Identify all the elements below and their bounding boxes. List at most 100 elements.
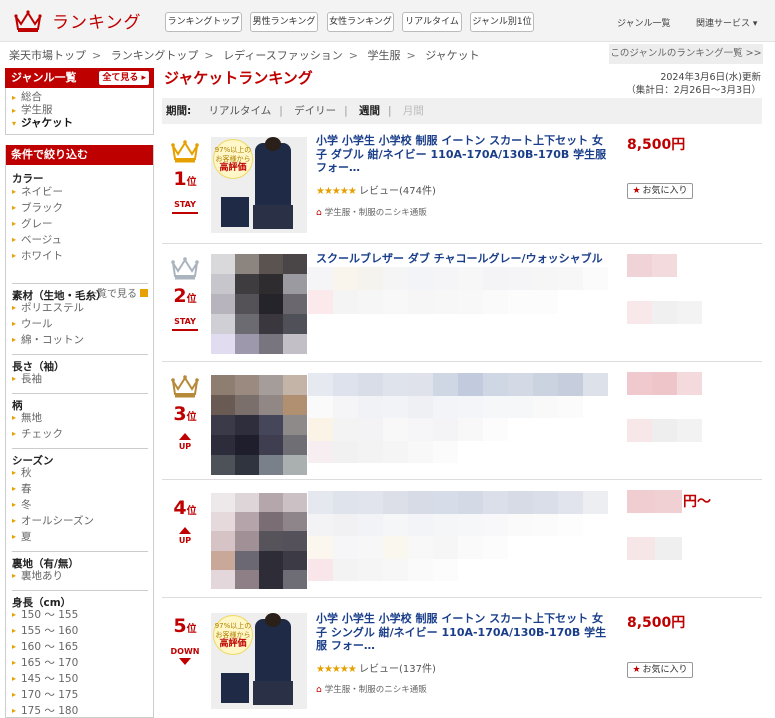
rank-status: STAY (174, 200, 196, 209)
ranking-item: 5位 DOWN 97%以上の お客様から 高評価 小学 小学生 小学校 制服 イート… (162, 599, 762, 718)
uniform-jacket-figure (255, 619, 291, 683)
rank-column: 2位 STAY (162, 255, 208, 331)
breadcrumb-ladies-fashion[interactable]: レディースファッション (223, 49, 343, 62)
filter-pattern-plain[interactable]: 無地 (12, 410, 148, 426)
pixelated-content (308, 373, 608, 463)
filter-height-165-170[interactable]: 165 〜 170 (12, 655, 148, 671)
breadcrumb-ranking-top[interactable]: ランキングトップ (111, 49, 199, 62)
shop-name[interactable]: ⌂ 学生服・制服のニシキ通販 (316, 683, 427, 695)
rank-suffix: 位 (186, 294, 197, 305)
rank-suffix: 位 (186, 177, 197, 188)
filter-section-lining: 裏地（有/無） 裏地あり (12, 551, 148, 584)
review-count-link[interactable]: レビュー(474件) (359, 186, 436, 197)
rank-column: 3位 UP (162, 373, 208, 451)
genre-item-overall[interactable]: 総合 (12, 91, 153, 104)
filter-material-cotton[interactable]: 綿・コットン (12, 332, 148, 348)
filter-lining-yes[interactable]: 裏地あり (12, 568, 148, 584)
filter-title-lining: 裏地（有/無） (12, 551, 148, 570)
genre-list: 総合 学生服 ジャケット (5, 88, 154, 135)
rank-value: 4 (173, 497, 187, 519)
filter-season-all[interactable]: オールシーズン (12, 513, 148, 529)
filter-sleeve-long[interactable]: 長袖 (12, 371, 148, 387)
filter-height-170-175[interactable]: 170 〜 175 (12, 687, 148, 703)
breadcrumb: 楽天市場トップ > ランキングトップ > レディースファッション > 学生服 > ジャケ… (9, 49, 480, 62)
rank-status: UP (178, 442, 192, 451)
filter-season-autumn[interactable]: 秋 (12, 465, 148, 481)
genre-item-school-uniform[interactable]: 学生服 (12, 104, 153, 117)
logo-text: ランキング (52, 13, 142, 33)
filter-height-150-155[interactable]: 150 〜 155 (12, 607, 148, 623)
shop-icon: ⌂ (316, 208, 322, 218)
jacket-folded-figure (221, 197, 249, 227)
shop-name-label: 学生服・制服のニシキ通販 (324, 685, 427, 695)
shop-name[interactable]: ⌂ 学生服・制服のニシキ通販 (316, 206, 427, 218)
filter-title-season: シーズン (12, 448, 148, 467)
pixelated-thumbnail (211, 254, 307, 354)
rank-column: 5位 DOWN (162, 611, 208, 665)
pixelated-content (308, 267, 608, 337)
ranking-logo[interactable]: ランキング (14, 8, 142, 33)
rank-value: 3 (173, 403, 187, 425)
genre-list-box: ジャンル一覧 全て見る ▸ 総合 学生服 ジャケット (5, 68, 154, 135)
filter-section-pattern: 柄 無地 チェック (12, 393, 148, 442)
filter-color-white[interactable]: ホワイト (12, 248, 148, 264)
filter-color-black[interactable]: ブラック (12, 200, 148, 216)
tab-daily[interactable]: デイリー (294, 105, 336, 117)
filter-title-sleeve: 長さ（袖） (12, 354, 148, 373)
pixelated-thumbnail (211, 493, 307, 589)
badge-line-1: 97%以上の (214, 146, 252, 154)
filter-height-175-180[interactable]: 175 〜 180 (12, 703, 148, 717)
badge-line-2: お客様から (215, 155, 251, 163)
product-title-link[interactable]: 小学 小学生 小学校 制服 イートン スカート上下セット 女子 ダブル 紺/ネイ… (316, 134, 612, 175)
rank-number: 1位 (162, 168, 208, 194)
product-title-link[interactable]: スクールブレザー ダブ チャコールグレー/ウォッシャブル 撥 (316, 252, 606, 265)
badge-line-3: 高評価 (219, 163, 247, 173)
rank-number: 3位 (162, 403, 208, 429)
genre-ranking-list-link[interactable]: このジャンルのランキング一覧 >> (609, 44, 763, 64)
tab-realtime[interactable]: リアルタイム (209, 105, 272, 117)
product-title-link[interactable]: 小学 小学生 小学校 制服 イートン スカート上下セット 女子 シングル 紺/ネ… (316, 612, 612, 653)
filter-season-winter[interactable]: 冬 (12, 497, 148, 513)
review-count-link[interactable]: レビュー(137件) (359, 664, 436, 675)
breadcrumb-rakuten-top[interactable]: 楽天市場トップ (9, 49, 86, 62)
filter-title-material: 素材（生地・毛糸） (12, 283, 148, 302)
stay-indicator (172, 329, 198, 331)
filter-color-gray[interactable]: グレー (12, 216, 148, 232)
filter-material-wool[interactable]: ウール (12, 316, 148, 332)
favorite-button[interactable]: ★ お気に入り (627, 183, 693, 199)
star-rating-icon: ★★★★★ (316, 186, 357, 197)
related-services-menu[interactable]: 関連サービス ▾ (696, 16, 757, 29)
pixelated-price (627, 254, 702, 324)
filter-height-160-165[interactable]: 160 〜 165 (12, 639, 148, 655)
nav-ranking-top[interactable]: ランキングトップ (165, 12, 242, 32)
badge-line-3: 高評価 (219, 639, 247, 649)
filter-material-polyester[interactable]: ポリエステル (12, 300, 148, 316)
favorite-label: お気に入り (642, 186, 688, 196)
rank-suffix: 位 (186, 506, 197, 517)
filter-height-145-150[interactable]: 145 〜 150 (12, 671, 148, 687)
filter-height-155-160[interactable]: 155 〜 160 (12, 623, 148, 639)
favorite-button[interactable]: ★ お気に入り (627, 662, 693, 678)
product-thumbnail[interactable]: 97%以上の お客様から 高評価 (211, 613, 307, 709)
filter-season-spring[interactable]: 春 (12, 481, 148, 497)
ranking-item: 1位 STAY 97%以上の お客様から 高評価 小学 小学生 小学校 制服 イート… (162, 128, 762, 244)
nav-genre-first[interactable]: ジャンル別1位 (470, 12, 534, 32)
product-rating: ★★★★★ レビュー(137件) (316, 660, 436, 675)
ranking-item: 3位 UP (162, 363, 762, 480)
rank-status: STAY (174, 317, 196, 326)
view-all-button[interactable]: 全て見る ▸ (99, 71, 149, 85)
nav-realtime[interactable]: リアルタイム (402, 12, 462, 32)
filter-color-beige[interactable]: ベージュ (12, 232, 148, 248)
nav-female-ranking[interactable]: 女性ランキング (327, 12, 394, 32)
rank-suffix: 位 (186, 624, 197, 635)
filter-pattern-check[interactable]: チェック (12, 426, 148, 442)
rank-suffix: 位 (186, 412, 197, 423)
stay-indicator (172, 212, 198, 214)
page-title: ジャケットランキング (164, 69, 313, 87)
filter-color-navy[interactable]: ネイビー (12, 184, 148, 200)
breadcrumb-school-uniform[interactable]: 学生服 (368, 49, 401, 62)
filter-season-summer[interactable]: 夏 (12, 529, 148, 545)
nav-male-ranking[interactable]: 男性ランキング (250, 12, 318, 32)
product-thumbnail[interactable]: 97%以上の お客様から 高評価 (211, 137, 307, 233)
genre-list-link[interactable]: ジャンル一覧 (617, 16, 671, 29)
